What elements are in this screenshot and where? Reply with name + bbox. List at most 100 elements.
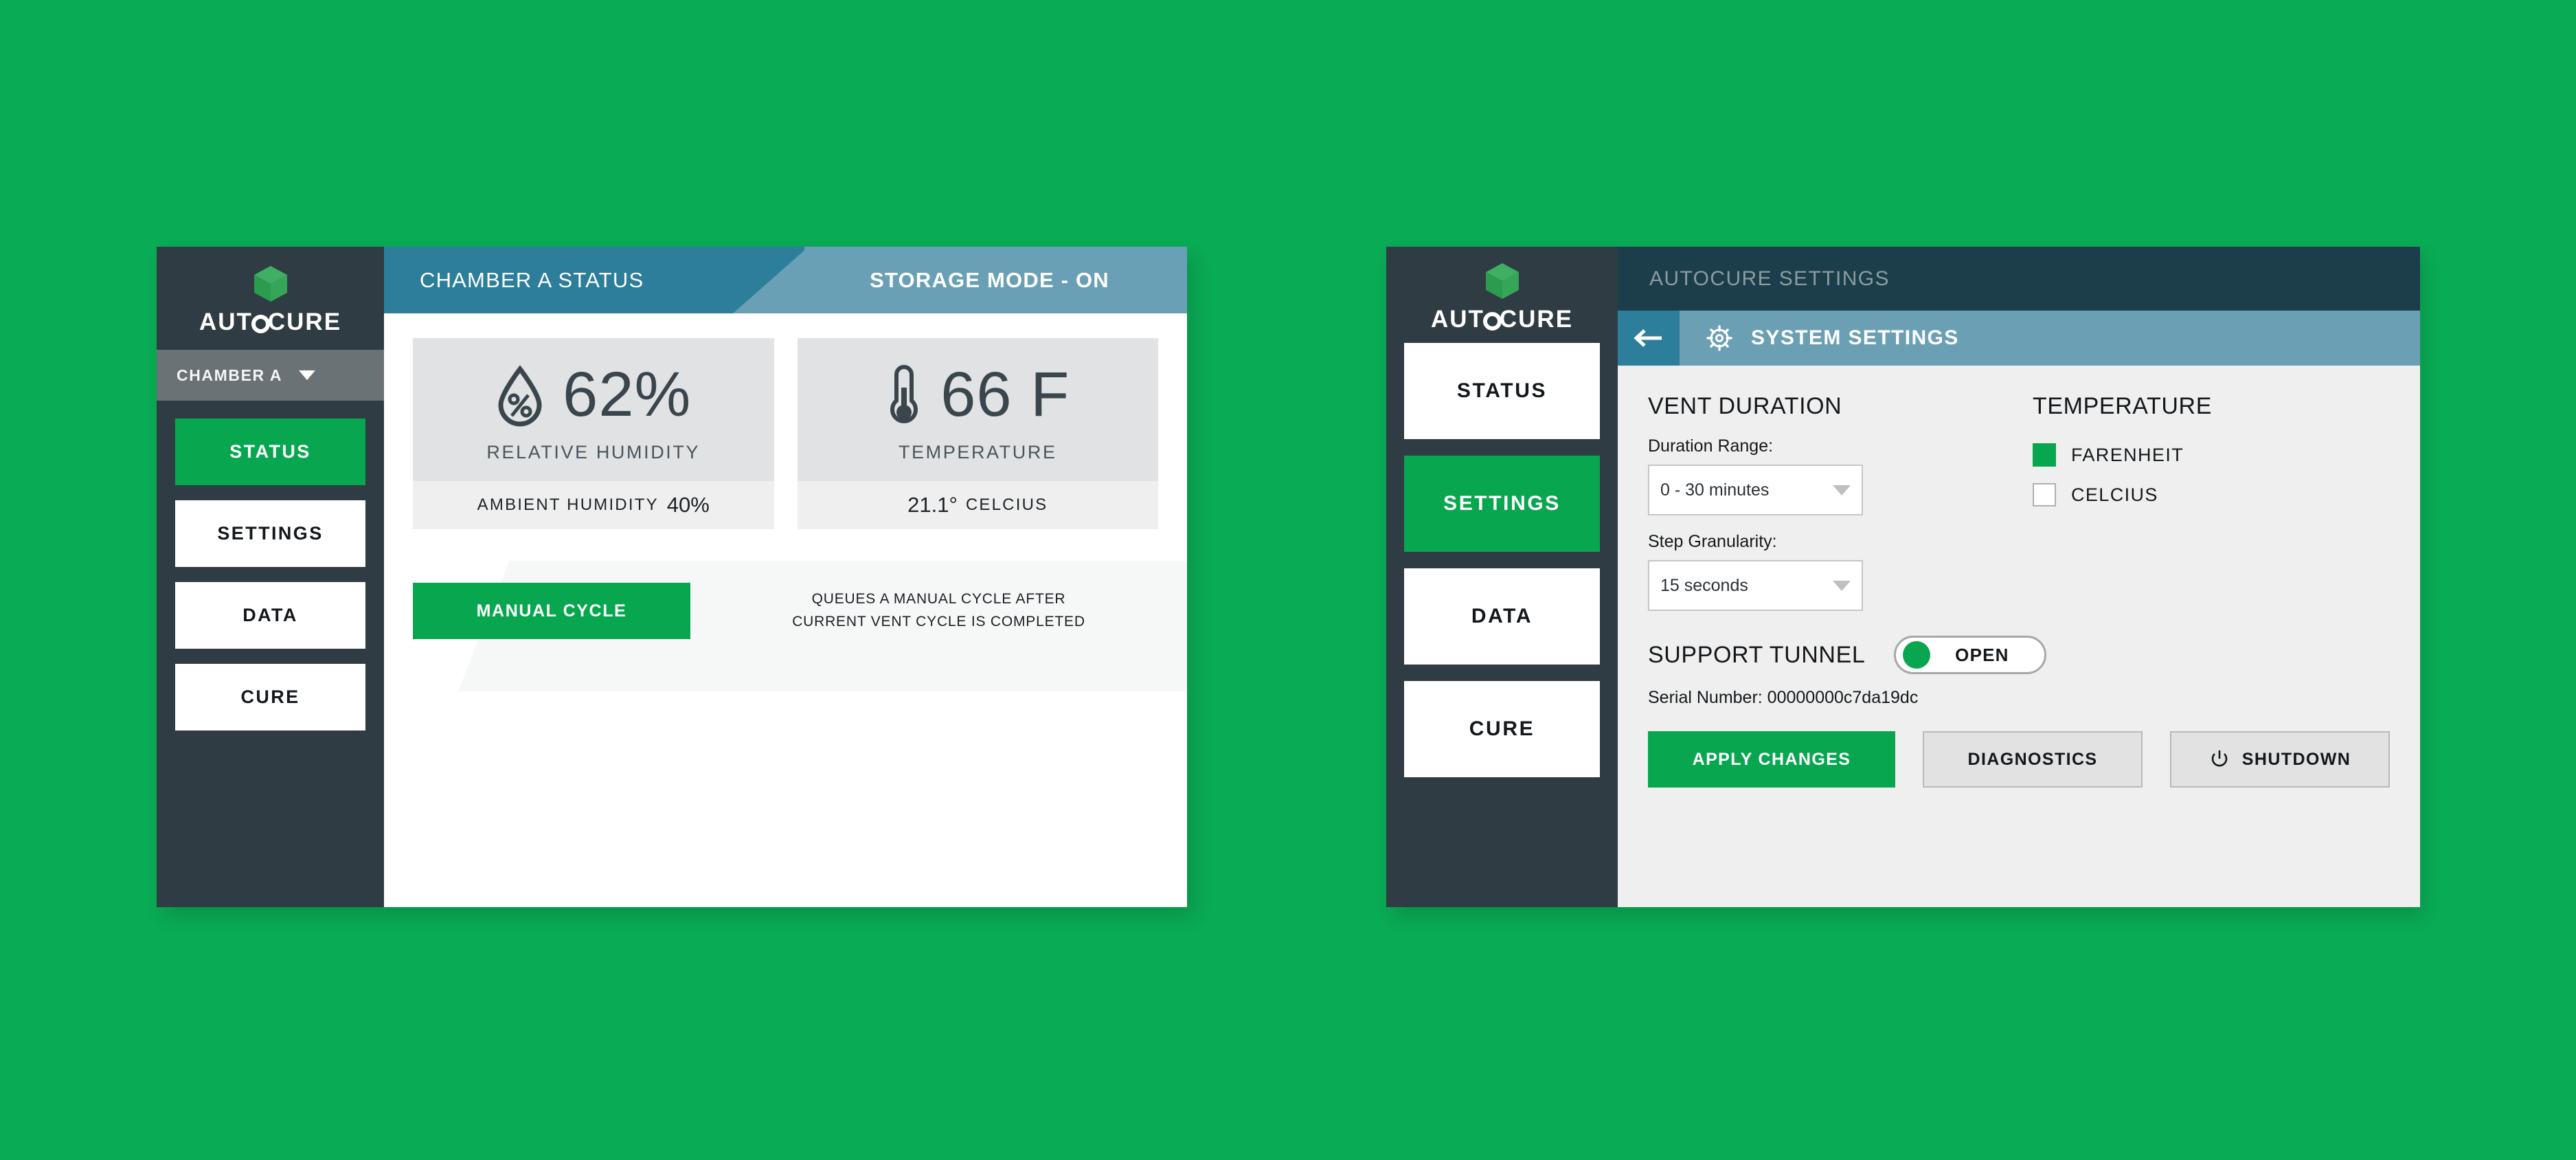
checkbox-unchecked-icon — [2033, 483, 2056, 506]
temperature-option-farenheit[interactable]: FARENHEIT — [2033, 443, 2390, 467]
settings-subbar: SYSTEM SETTINGS — [1618, 311, 2420, 366]
temperature-option-farenheit-label: FARENHEIT — [2071, 444, 2184, 465]
sidebar-item-data-label: DATA — [242, 605, 298, 625]
support-tunnel-row: SUPPORT TUNNEL OPEN — [1648, 636, 2390, 674]
settings-sidebar: AUT CURE STATUS SETTINGS DATA CURE — [1386, 247, 1618, 907]
diagnostics-button-label: DIAGNOSTICS — [1967, 749, 2098, 769]
page-title-label: CHAMBER A STATUS — [420, 267, 644, 292]
sidebar-item-cure-label: CURE — [240, 687, 300, 707]
chamber-selector-label: CHAMBER A — [177, 366, 283, 384]
temperature-value: 66 F — [940, 359, 1070, 430]
settings-content: AUTOCURE SETTINGS SYSTEM SETTINGS VENT D… — [1618, 247, 2420, 907]
humidity-drop-icon — [498, 364, 542, 426]
manual-cycle-button-label: MANUAL CYCLE — [476, 601, 627, 621]
sidebar-item-status-label: STATUS — [229, 441, 311, 462]
status-sidebar: AUT CURE CHAMBER A STATUS SETTINGS DATA — [157, 247, 384, 907]
brand-wordmark: AUT CURE — [1431, 306, 1573, 333]
toggle-knob-icon — [1903, 641, 1931, 669]
page-title: CHAMBER A STATUS — [384, 247, 804, 313]
sidebar-item-data[interactable]: DATA — [1404, 568, 1600, 665]
temperature-option-celcius-label: CELCIUS — [2071, 484, 2158, 505]
shutdown-button[interactable]: SHUTDOWN — [2170, 731, 2390, 788]
temperature-unit-section: TEMPERATURE FARENHEIT CELCIUS — [2033, 393, 2390, 611]
step-granularity-label: Step Granularity: — [1648, 532, 1777, 551]
cube-icon — [1485, 263, 1519, 299]
sidebar-item-cure-label: CURE — [1469, 717, 1535, 740]
brand-name-a: AUT — [1430, 306, 1484, 333]
settings-topbar-title: AUTOCURE SETTINGS — [1649, 267, 1890, 290]
metric-cards: 62% RELATIVE HUMIDITY AMBIENT HUMIDITY 4… — [384, 313, 1187, 529]
sidebar-item-cure[interactable]: CURE — [1404, 681, 1600, 777]
action-area: MANUAL CYCLE QUEUES A MANUAL CYCLE AFTER… — [384, 561, 1187, 907]
support-tunnel-heading: SUPPORT TUNNEL — [1648, 641, 1866, 668]
temperature-sub: 21.1° CELCIUS — [797, 481, 1158, 529]
settings-actions: APPLY CHANGES DIAGNOSTICS SHUTDOWN — [1648, 731, 2390, 788]
temperature-option-celcius[interactable]: CELCIUS — [2033, 483, 2390, 506]
humidity-card: 62% RELATIVE HUMIDITY AMBIENT HUMIDITY 4… — [413, 338, 774, 529]
manual-cycle-note-line2: CURRENT VENT CYCLE IS COMPLETED — [792, 614, 1085, 629]
chevron-down-icon — [1833, 484, 1851, 495]
sidebar-item-cure[interactable]: CURE — [175, 664, 365, 730]
duration-range-label: Duration Range: — [1648, 436, 1774, 456]
brand-o-glyph — [1482, 311, 1502, 331]
screen: AUT CURE CHAMBER A STATUS SETTINGS DATA — [0, 0, 2576, 1160]
status-window: AUT CURE CHAMBER A STATUS SETTINGS DATA — [157, 247, 1187, 907]
brand-name-a: AUT — [199, 309, 253, 335]
sidebar-item-settings-label: SETTINGS — [217, 523, 324, 544]
humidity-sub-value: 40% — [666, 493, 710, 517]
checkbox-checked-icon — [2033, 443, 2056, 467]
chamber-selector[interactable]: CHAMBER A — [157, 350, 384, 401]
step-granularity-select[interactable]: 15 seconds — [1648, 560, 1863, 611]
back-button[interactable] — [1618, 311, 1680, 366]
settings-subbar-title: SYSTEM SETTINGS — [1751, 326, 1959, 349]
sidebar-item-settings-label: SETTINGS — [1443, 492, 1561, 515]
power-icon-wrap — [2209, 749, 2230, 770]
manual-cycle-note-line1: QUEUES A MANUAL CYCLE AFTER — [811, 591, 1066, 607]
settings-window: AUT CURE STATUS SETTINGS DATA CURE AUTOC… — [1386, 247, 2420, 907]
temperature-card-body: 66 F TEMPERATURE — [797, 338, 1158, 481]
thermometer-icon — [890, 364, 918, 423]
sidebar-item-status-label: STATUS — [1456, 379, 1548, 402]
brand-name-b: CURE — [267, 309, 342, 335]
manual-cycle-button[interactable]: MANUAL CYCLE — [413, 583, 690, 639]
temperature-card: 66 F TEMPERATURE 21.1° CELCIUS — [797, 338, 1158, 529]
chevron-down-icon — [1833, 580, 1851, 591]
humidity-card-body: 62% RELATIVE HUMIDITY — [413, 338, 774, 481]
status-content: CHAMBER A STATUS STORAGE MODE - ON 62% R… — [384, 247, 1187, 907]
sidebar-item-status[interactable]: STATUS — [1404, 343, 1600, 439]
apply-changes-button[interactable]: APPLY CHANGES — [1648, 731, 1895, 788]
sidebar-item-data[interactable]: DATA — [175, 582, 365, 649]
gear-icon-wrap[interactable] — [1706, 324, 1733, 352]
temperature-heading: TEMPERATURE — [2033, 393, 2212, 419]
sidebar-item-settings[interactable]: SETTINGS — [1404, 456, 1600, 552]
duration-range-select[interactable]: 0 - 30 minutes — [1648, 465, 1863, 515]
humidity-value: 62% — [563, 359, 692, 430]
humidity-label: RELATIVE HUMIDITY — [486, 442, 701, 462]
serial-number: Serial Number: 00000000c7da19dc — [1648, 688, 1919, 707]
vent-duration-heading: VENT DURATION — [1648, 393, 1842, 419]
settings-body: VENT DURATION Duration Range: 0 - 30 min… — [1618, 366, 2420, 907]
brand-wordmark: AUT CURE — [199, 309, 341, 336]
status-nav: STATUS SETTINGS DATA CURE — [157, 401, 384, 746]
sidebar-item-settings[interactable]: SETTINGS — [175, 500, 365, 567]
brand-o-glyph — [251, 314, 270, 333]
power-icon — [2211, 750, 2228, 767]
diagnostics-button[interactable]: DIAGNOSTICS — [1923, 731, 2143, 788]
temperature-sub-value: 21.1° — [907, 493, 958, 517]
cube-icon — [253, 266, 287, 302]
sidebar-item-status[interactable]: STATUS — [175, 419, 365, 485]
step-granularity-value: 15 seconds — [1660, 575, 1748, 595]
temperature-sub-label: CELCIUS — [965, 495, 1048, 514]
duration-range-value: 0 - 30 minutes — [1660, 480, 1770, 500]
vent-duration-section: VENT DURATION Duration Range: 0 - 30 min… — [1648, 393, 2033, 611]
brand-logo: AUT CURE — [1386, 247, 1618, 333]
support-tunnel-toggle-state: OPEN — [1955, 644, 2009, 665]
gear-icon — [1706, 325, 1732, 351]
humidity-sub: AMBIENT HUMIDITY 40% — [413, 481, 774, 529]
status-header: CHAMBER A STATUS STORAGE MODE - ON — [384, 247, 1187, 313]
storage-mode-badge: STORAGE MODE - ON — [733, 247, 1187, 313]
temperature-label: TEMPERATURE — [898, 442, 1057, 462]
settings-nav: STATUS SETTINGS DATA CURE — [1386, 333, 1618, 794]
support-tunnel-toggle[interactable]: OPEN — [1894, 636, 2047, 674]
chevron-down-icon — [299, 370, 316, 380]
